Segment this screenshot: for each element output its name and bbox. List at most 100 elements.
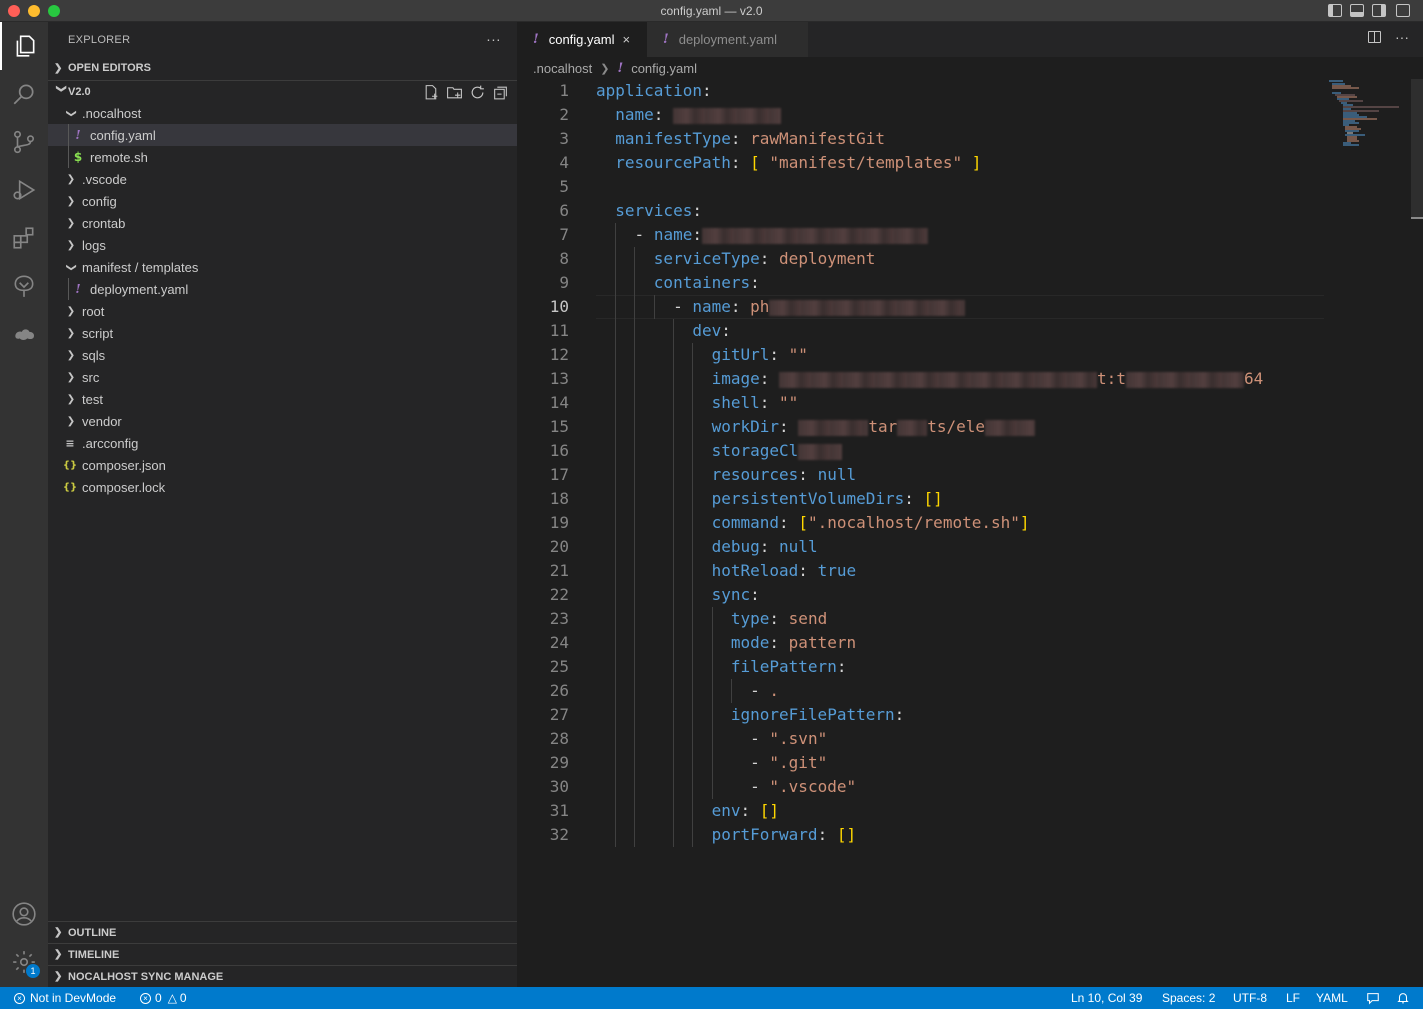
- indentation-status[interactable]: Spaces: 2: [1162, 987, 1215, 1009]
- new-folder-icon[interactable]: [446, 84, 463, 101]
- tree-folder-crontab[interactable]: ❯ crontab: [48, 212, 517, 234]
- tree-label: script: [82, 325, 114, 341]
- code-line: 25 filePattern:: [517, 655, 1337, 679]
- tree-folder-test[interactable]: ❯ test: [48, 388, 517, 410]
- code-editor[interactable]: 1 application: 2 name: 3 manifestType: ra…: [517, 79, 1337, 847]
- editor-area: ! config.yaml × ! deployment.yaml ··· .n…: [517, 22, 1423, 987]
- line-number: 26: [549, 681, 569, 700]
- colon: :: [759, 249, 770, 268]
- line-number: 27: [549, 705, 569, 724]
- colon: :: [701, 81, 712, 100]
- more-actions-icon[interactable]: ···: [1395, 29, 1409, 45]
- tree-folder-config[interactable]: ❯ config: [48, 190, 517, 212]
- minimap[interactable]: [1329, 79, 1409, 159]
- nocalhost-cloud-icon[interactable]: [0, 310, 48, 358]
- outline-section[interactable]: ❯ OUTLINE: [48, 921, 517, 943]
- timeline-section[interactable]: ❯ TIMELINE: [48, 943, 517, 965]
- extensions-icon[interactable]: [0, 214, 48, 262]
- open-editors-section[interactable]: ❯ OPEN EDITORS: [48, 57, 517, 79]
- source-control-icon[interactable]: [0, 118, 48, 166]
- feedback-icon[interactable]: [1366, 987, 1380, 1009]
- tree-folder-sqls[interactable]: ❯ sqls: [48, 344, 517, 366]
- refresh-icon[interactable]: [469, 84, 486, 101]
- tab-config-yaml[interactable]: ! config.yaml ×: [517, 22, 647, 57]
- yaml-key: mode: [730, 633, 770, 652]
- vertical-scrollbar[interactable]: [1411, 79, 1423, 219]
- tree-folder-logs[interactable]: ❯ logs: [48, 234, 517, 256]
- tree-folder-vendor[interactable]: ❯ vendor: [48, 410, 517, 432]
- toggle-secondary-sidebar-icon[interactable]: [1372, 4, 1386, 17]
- problems-status[interactable]: × 0 △ 0: [140, 987, 187, 1009]
- yaml-value: null: [779, 537, 818, 556]
- colon: :: [759, 537, 770, 556]
- bracket: [: [798, 513, 808, 532]
- tree-file-composer-json[interactable]: {} composer.json: [48, 454, 517, 476]
- eol-status[interactable]: LF: [1286, 987, 1300, 1009]
- indent-guide: [68, 146, 69, 168]
- tree-file-deployment-yaml[interactable]: ! deployment.yaml: [48, 278, 517, 300]
- code-line: 4 resourcePath: [ "manifest/templates" ]: [517, 151, 1337, 175]
- tree-folder-script[interactable]: ❯ script: [48, 322, 517, 344]
- yaml-value: ".svn": [769, 729, 828, 748]
- code-line: 24 mode: pattern: [517, 631, 1337, 655]
- yaml-key: resourcePath: [615, 153, 731, 172]
- split-editor-icon[interactable]: [1368, 31, 1381, 43]
- code-line: 27 ignoreFilePattern:: [517, 703, 1337, 727]
- line-number: 3: [559, 129, 569, 148]
- customize-layout-icon[interactable]: [1396, 4, 1410, 17]
- sidebar-bottom-sections: ❯ OUTLINE ❯ TIMELINE ❯ NOCALHOST SYNC MA…: [48, 921, 517, 987]
- run-debug-icon[interactable]: [0, 166, 48, 214]
- accounts-icon[interactable]: [0, 890, 48, 938]
- config-file-icon: ≡: [65, 436, 75, 450]
- line-number: 21: [549, 561, 569, 580]
- encoding-status[interactable]: UTF-8: [1233, 987, 1267, 1009]
- yaml-value: ".git": [769, 753, 828, 772]
- redacted-value: [798, 443, 843, 460]
- tree-label: manifest / templates: [82, 259, 199, 275]
- tab-deployment-yaml[interactable]: ! deployment.yaml: [647, 22, 809, 57]
- line-number: 31: [549, 801, 569, 820]
- line-number: 32: [549, 825, 569, 844]
- new-file-icon[interactable]: [423, 84, 440, 101]
- language-mode[interactable]: YAML: [1316, 987, 1348, 1009]
- colon: :: [740, 801, 751, 820]
- line-number: 10: [549, 297, 569, 316]
- line-number: 25: [549, 657, 569, 676]
- toggle-sidebar-icon[interactable]: [1328, 4, 1342, 17]
- chevron-down-icon: ❯: [65, 108, 77, 118]
- tree-file-composer-lock[interactable]: {} composer.lock: [48, 476, 517, 498]
- tree-folder-vscode[interactable]: ❯ .vscode: [48, 168, 517, 190]
- breadcrumb-file[interactable]: config.yaml: [631, 61, 697, 76]
- tree-file-config-yaml[interactable]: ! config.yaml: [48, 124, 517, 146]
- tab-label: config.yaml: [548, 32, 615, 47]
- notifications-bell-icon[interactable]: [1396, 987, 1410, 1009]
- manage-gear-icon[interactable]: 1: [0, 938, 48, 986]
- toggle-panel-icon[interactable]: [1350, 4, 1364, 17]
- tree-file-remote-sh[interactable]: $ remote.sh: [48, 146, 517, 168]
- collapse-all-icon[interactable]: [492, 84, 509, 101]
- more-actions-icon[interactable]: ···: [486, 31, 501, 47]
- breadcrumb-folder[interactable]: .nocalhost: [533, 61, 592, 76]
- nocalhost-sync-section[interactable]: ❯ NOCALHOST SYNC MANAGE: [48, 965, 517, 987]
- redacted-value: [798, 419, 869, 436]
- folder-section[interactable]: ❯ V2.0: [48, 80, 517, 102]
- nocalhost-tree-icon[interactable]: [0, 262, 48, 310]
- yaml-value: []: [836, 825, 857, 844]
- cursor-position[interactable]: Ln 10, Col 39: [1071, 987, 1142, 1009]
- line-number: 18: [549, 489, 569, 508]
- bracket: ]: [1019, 513, 1030, 532]
- tree-folder-manifest-templates[interactable]: ❯ manifest / templates: [48, 256, 517, 278]
- tree-folder-nocalhost[interactable]: ❯ .nocalhost: [48, 102, 517, 124]
- explorer-icon[interactable]: [0, 22, 48, 70]
- close-tab-icon[interactable]: ×: [622, 32, 630, 47]
- tree-folder-src[interactable]: ❯ src: [48, 366, 517, 388]
- indent-guide: [68, 124, 69, 146]
- yaml-value: ph: [750, 297, 770, 316]
- devmode-status[interactable]: × Not in DevMode: [14, 987, 116, 1009]
- yaml-key: shell: [711, 393, 760, 412]
- tree-file-arcconfig[interactable]: ≡ .arcconfig: [48, 432, 517, 454]
- list-dash: -: [634, 225, 645, 244]
- search-icon[interactable]: [0, 70, 48, 118]
- tree-folder-root[interactable]: ❯ root: [48, 300, 517, 322]
- line-number: 22: [549, 585, 569, 604]
